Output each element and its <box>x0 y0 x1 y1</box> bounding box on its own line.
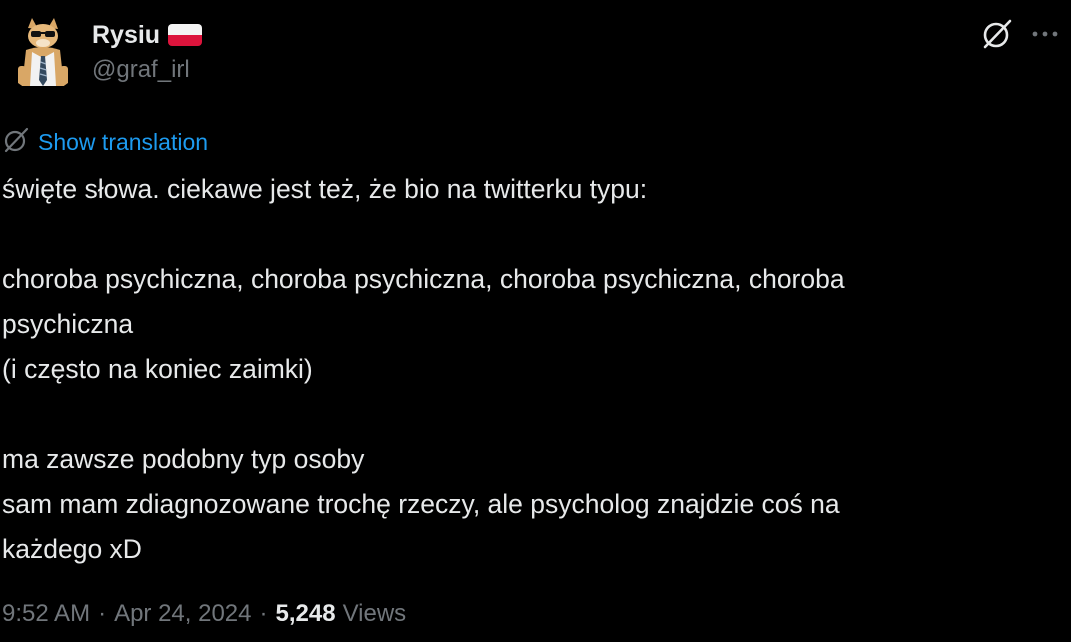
show-translation-button[interactable]: Show translation <box>2 126 208 159</box>
display-name[interactable]: Rysiu <box>92 21 160 50</box>
author-info: Rysiu @graf_irl <box>92 18 203 84</box>
tweet-line: psychiczna <box>2 309 134 339</box>
dog-in-suit-sunglasses-avatar-icon <box>4 14 82 92</box>
tweet-line: sam mam zdiagnozowane trochę rzeczy, ale… <box>2 489 840 519</box>
meta-separator: · <box>259 600 268 627</box>
tweet-meta: 9:52 AM · Apr 24, 2024 · 5,248 Views <box>2 600 406 628</box>
tweet-line: święte słowa. ciekawe jest też, że bio n… <box>2 174 648 204</box>
tweet-line <box>2 212 1062 257</box>
tweet-line: (i często na koniec zaimki) <box>2 354 313 384</box>
tweet-time[interactable]: 9:52 AM <box>2 600 90 628</box>
avatar[interactable] <box>4 14 82 92</box>
display-name-row: Rysiu <box>92 18 203 52</box>
meta-separator: · <box>98 600 107 627</box>
user-handle[interactable]: @graf_irl <box>92 56 202 84</box>
tweet-text: święte słowa. ciekawe jest też, że bio n… <box>2 167 1062 572</box>
show-translation-label[interactable]: Show translation <box>38 129 208 156</box>
tweet-line: każdego xD <box>2 534 142 564</box>
views-label[interactable]: Views <box>343 600 407 628</box>
tweet-line: choroba psychiczna, choroba psychiczna, … <box>2 264 845 294</box>
views-count[interactable]: 5,248 <box>276 600 336 628</box>
tweet-line: ma zawsze podobny typ osoby <box>2 444 365 474</box>
more-options-icon[interactable] <box>1028 22 1062 46</box>
tweet-date[interactable]: Apr 24, 2024 <box>114 600 251 628</box>
poland-flag-icon <box>168 24 203 46</box>
grok-icon[interactable] <box>980 17 1014 51</box>
grok-icon <box>2 126 30 159</box>
tweet-line <box>2 392 1062 437</box>
